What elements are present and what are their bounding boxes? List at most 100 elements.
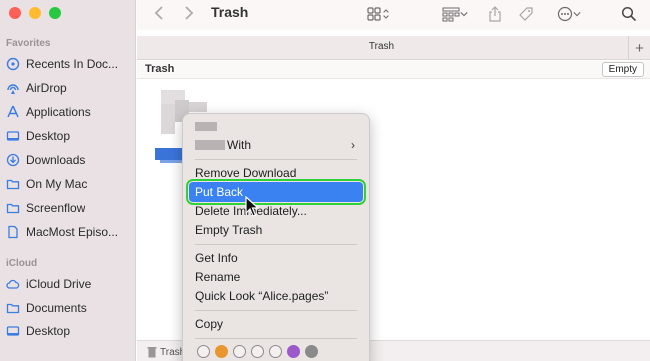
sidebar-item-label: iCloud Drive [26, 277, 92, 291]
sidebar-item-label: Desktop [26, 324, 71, 338]
open-with-label: With [227, 138, 251, 152]
put-back-label: Put Back [195, 185, 244, 199]
minimize-window-button[interactable] [29, 7, 41, 19]
toolbar: Trash [137, 0, 650, 30]
sidebar-item-icloud-documents[interactable]: Documents [6, 297, 134, 319]
chevron-down-icon [573, 12, 581, 17]
file-icon-pixel [189, 102, 207, 112]
delete-immediately-menu-item[interactable]: Delete Immediately... [189, 201, 363, 221]
tab-bar: Trash + [137, 36, 650, 60]
file-name-highlight[interactable] [155, 148, 183, 160]
more-actions-button[interactable] [553, 4, 585, 24]
menu-separator [195, 244, 357, 245]
quick-look-menu-item[interactable]: Quick Look “Alice.pages” [189, 286, 363, 306]
zoom-window-button[interactable] [49, 7, 61, 19]
sidebar-item-label: MacMost Episo... [26, 225, 119, 239]
tags-button[interactable] [516, 4, 536, 24]
remove-download-menu-item[interactable]: Remove Download [189, 163, 363, 183]
copy-label: Copy [195, 317, 224, 331]
document-icon [6, 225, 20, 239]
sidebar-item-macmost-episodes[interactable]: MacMost Episo... [6, 221, 134, 243]
sidebar-item-label: Recents In Doc... [26, 57, 119, 71]
tag-color-purple[interactable] [287, 345, 300, 358]
group-icon [442, 7, 460, 22]
chevron-left-icon [154, 6, 163, 20]
sidebar-item-label: AirDrop [26, 81, 67, 95]
share-icon [489, 6, 501, 22]
group-by-button[interactable] [437, 4, 473, 24]
chevron-right-icon: › [351, 138, 355, 152]
sidebar-item-on-my-mac[interactable]: On My Mac [6, 173, 134, 195]
sidebar-item-label: Desktop [26, 129, 71, 143]
get-info-label: Get Info [195, 251, 238, 265]
get-info-menu-item[interactable]: Get Info [189, 248, 363, 268]
tag-color-empty[interactable] [233, 345, 246, 358]
menu-separator [195, 310, 357, 311]
search-icon [621, 6, 637, 22]
downloads-icon [6, 153, 20, 167]
copy-menu-item[interactable]: Copy [189, 314, 363, 334]
tag-color-orange[interactable] [215, 345, 228, 358]
mouse-pointer-icon [245, 196, 260, 217]
view-mode-button[interactable] [363, 4, 393, 24]
tag-color-empty[interactable] [269, 345, 282, 358]
sidebar-item-screenflow[interactable]: Screenflow [6, 197, 134, 219]
window-title: Trash [211, 4, 249, 20]
open-with-menu-item[interactable]: With › [189, 135, 363, 155]
rename-menu-item[interactable]: Rename [189, 267, 363, 287]
context-menu: With › Remove Download Put Back Delete I… [182, 113, 370, 361]
share-button[interactable] [485, 4, 505, 24]
applications-icon [6, 105, 20, 119]
trash-icon [147, 347, 157, 358]
new-tab-button[interactable]: + [628, 36, 650, 60]
sidebar-item-label: Screenflow [26, 201, 86, 215]
quick-look-label: Quick Look “Alice.pages” [195, 289, 329, 303]
tag-color-empty[interactable] [251, 345, 264, 358]
desktop-icon [6, 324, 20, 338]
path-bar: Trash Empty [137, 61, 650, 79]
grid-view-icon [367, 7, 381, 21]
empty-trash-label: Empty Trash [195, 223, 263, 237]
rename-label: Rename [195, 270, 241, 284]
forward-button[interactable] [179, 3, 199, 23]
tag-color-gray[interactable] [305, 345, 318, 358]
close-window-button[interactable] [9, 7, 21, 19]
file-icon-pixel [161, 104, 175, 134]
remove-download-label: Remove Download [195, 166, 297, 180]
sidebar-item-recents[interactable]: Recents In Doc... [6, 53, 134, 75]
sidebar-item-applications[interactable]: Applications [6, 101, 134, 123]
chevron-down-icon [460, 12, 468, 17]
favorites-section-label: Favorites [6, 38, 51, 49]
empty-trash-menu-item[interactable]: Empty Trash [189, 220, 363, 240]
tab-trash[interactable]: Trash [137, 41, 626, 52]
redacted-text [195, 140, 225, 150]
airdrop-icon [6, 81, 20, 95]
sidebar-item-label: On My Mac [26, 177, 88, 191]
sidebar-item-downloads[interactable]: Downloads [6, 149, 134, 171]
folder-icon [6, 301, 20, 315]
updown-chevron-icon [383, 9, 389, 19]
tag-icon [519, 7, 533, 21]
search-button[interactable] [619, 4, 639, 24]
sidebar-item-desktop[interactable]: Desktop [6, 125, 134, 147]
cloud-icon [6, 277, 20, 291]
status-path: Trash [147, 346, 185, 358]
tag-color-row [197, 345, 318, 358]
menu-separator [195, 338, 357, 339]
empty-trash-button[interactable]: Empty [601, 62, 644, 77]
tag-color-none[interactable] [197, 345, 210, 358]
sidebar-item-icloud-desktop[interactable]: Desktop [6, 320, 134, 342]
sidebar-item-airdrop[interactable]: AirDrop [6, 77, 134, 99]
back-button[interactable] [149, 3, 169, 23]
folder-icon [6, 177, 20, 191]
sidebar-item-label: Applications [26, 105, 91, 119]
window-controls [9, 7, 61, 19]
ellipsis-circle-icon [557, 6, 573, 22]
folder-title: Trash [145, 63, 175, 75]
sidebar-item-icloud-drive[interactable]: iCloud Drive [6, 273, 134, 295]
put-back-menu-item[interactable]: Put Back [186, 179, 366, 205]
icloud-section-label: iCloud [6, 258, 38, 269]
menu-separator [195, 159, 357, 160]
redacted-text [195, 122, 217, 131]
sidebar: Favorites Recents In Doc... AirDrop Appl… [0, 0, 136, 361]
